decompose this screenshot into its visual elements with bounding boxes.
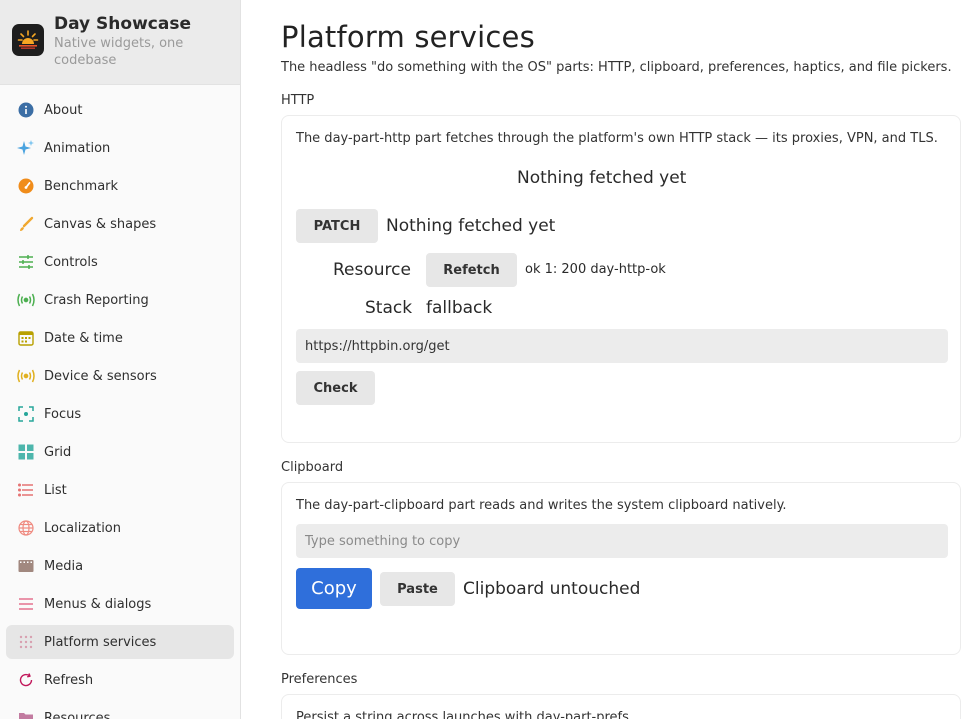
sensor-icon [16,366,36,386]
film-icon [16,556,36,576]
sidebar-item-label: Controls [44,254,98,270]
sidebar-item-label: List [44,482,67,498]
sidebar-item-label: Animation [44,140,111,156]
sidebar-item-list[interactable]: List [6,473,234,507]
preferences-section-label: Preferences [281,672,358,687]
url-input[interactable]: https://httpbin.org/get [296,329,948,363]
sidebar-item-label: Benchmark [44,178,119,194]
sidebar-item-localization[interactable]: Localization [6,511,234,545]
speedometer-icon [16,176,36,196]
sidebar-item-date-time[interactable]: Date & time [6,321,234,355]
refresh-icon [16,670,36,690]
info-icon [16,100,36,120]
app-subtitle: Native widgets, one codebase [54,36,184,68]
dots-grid-icon [16,632,36,652]
paste-button[interactable]: Paste [380,572,455,606]
list-icon [16,480,36,500]
sidebar-item-menus-dialogs[interactable]: Menus & dialogs [6,587,234,621]
sidebar-item-label: Refresh [44,672,94,688]
sidebar-item-animation[interactable]: Animation [6,131,234,165]
sidebar-item-refresh[interactable]: Refresh [6,663,234,697]
main-content: Platform services The headless "do somet… [241,0,961,719]
app-header: Day Showcase Native widgets, one codebas… [0,0,240,85]
sparkle-icon [16,138,36,158]
sidebar-item-grid[interactable]: Grid [6,435,234,469]
sliders-icon [16,252,36,272]
sidebar-item-label: Date & time [44,330,123,346]
sidebar-item-label: Resources [44,710,111,719]
sidebar-item-label: Menus & dialogs [44,596,152,612]
menu-icon [16,594,36,614]
refetch-button[interactable]: Refetch [426,253,517,287]
folder-icon [16,708,36,719]
patch-status: Nothing fetched yet [386,216,556,236]
http-section-label: HTTP [281,93,315,108]
resource-label: Resource [333,260,411,280]
sidebar-item-label: Crash Reporting [44,292,149,308]
broadcast-icon [16,290,36,310]
clipboard-description: The day-part-clipboard part reads and wr… [296,498,787,513]
sidebar: Day Showcase Native widgets, one codebas… [0,0,241,719]
sidebar-item-benchmark[interactable]: Benchmark [6,169,234,203]
sidebar-item-resources[interactable]: Resources [6,701,234,719]
page-description: The headless "do something with the OS" … [281,60,952,75]
sidebar-item-label: Localization [44,520,121,536]
grid-icon [16,442,36,462]
copy-text-input[interactable]: Type something to copy [296,524,948,558]
sidebar-item-controls[interactable]: Controls [6,245,234,279]
http-card: The day-part-http part fetches through t… [281,115,961,443]
clipboard-card: The day-part-clipboard part reads and wr… [281,482,961,655]
preferences-card: Persist a string across launches with da… [281,694,961,719]
stack-label: Stack [365,298,413,318]
sidebar-item-about[interactable]: About [6,93,234,127]
sidebar-item-crash-reporting[interactable]: Crash Reporting [6,283,234,317]
stack-value: fallback [426,298,493,318]
focus-icon [16,404,36,424]
sidebar-item-label: Grid [44,444,72,460]
patch-button[interactable]: PATCH [296,209,378,243]
globe-icon [16,518,36,538]
sidebar-item-label: Device & sensors [44,368,157,384]
refetch-status: ok 1: 200 day-http-ok [525,262,666,277]
calendar-icon [16,328,36,348]
sidebar-item-focus[interactable]: Focus [6,397,234,431]
app-title: Day Showcase [54,14,191,34]
sidebar-item-label: Media [44,558,84,574]
sidebar-item-label: About [44,102,83,118]
copy-button[interactable]: Copy [296,568,372,609]
sidebar-item-label: Platform services [44,634,157,650]
app-logo-icon [12,24,44,56]
sidebar-nav: About Animation Benchmark Canvas & shape… [0,85,240,719]
page-title: Platform services [281,20,535,54]
http-description: The day-part-http part fetches through t… [296,131,938,146]
check-button[interactable]: Check [296,371,375,405]
sidebar-item-label: Focus [44,406,82,422]
sidebar-item-label: Canvas & shapes [44,216,157,232]
clipboard-status: Clipboard untouched [463,579,641,599]
sidebar-item-device-sensors[interactable]: Device & sensors [6,359,234,393]
sidebar-item-platform-services[interactable]: Platform services [6,625,234,659]
sidebar-item-media[interactable]: Media [6,549,234,583]
sidebar-item-canvas-shapes[interactable]: Canvas & shapes [6,207,234,241]
brush-icon [16,214,36,234]
clipboard-section-label: Clipboard [281,460,344,475]
http-status-center: Nothing fetched yet [517,168,687,188]
preferences-description: Persist a string across launches with da… [296,710,634,719]
